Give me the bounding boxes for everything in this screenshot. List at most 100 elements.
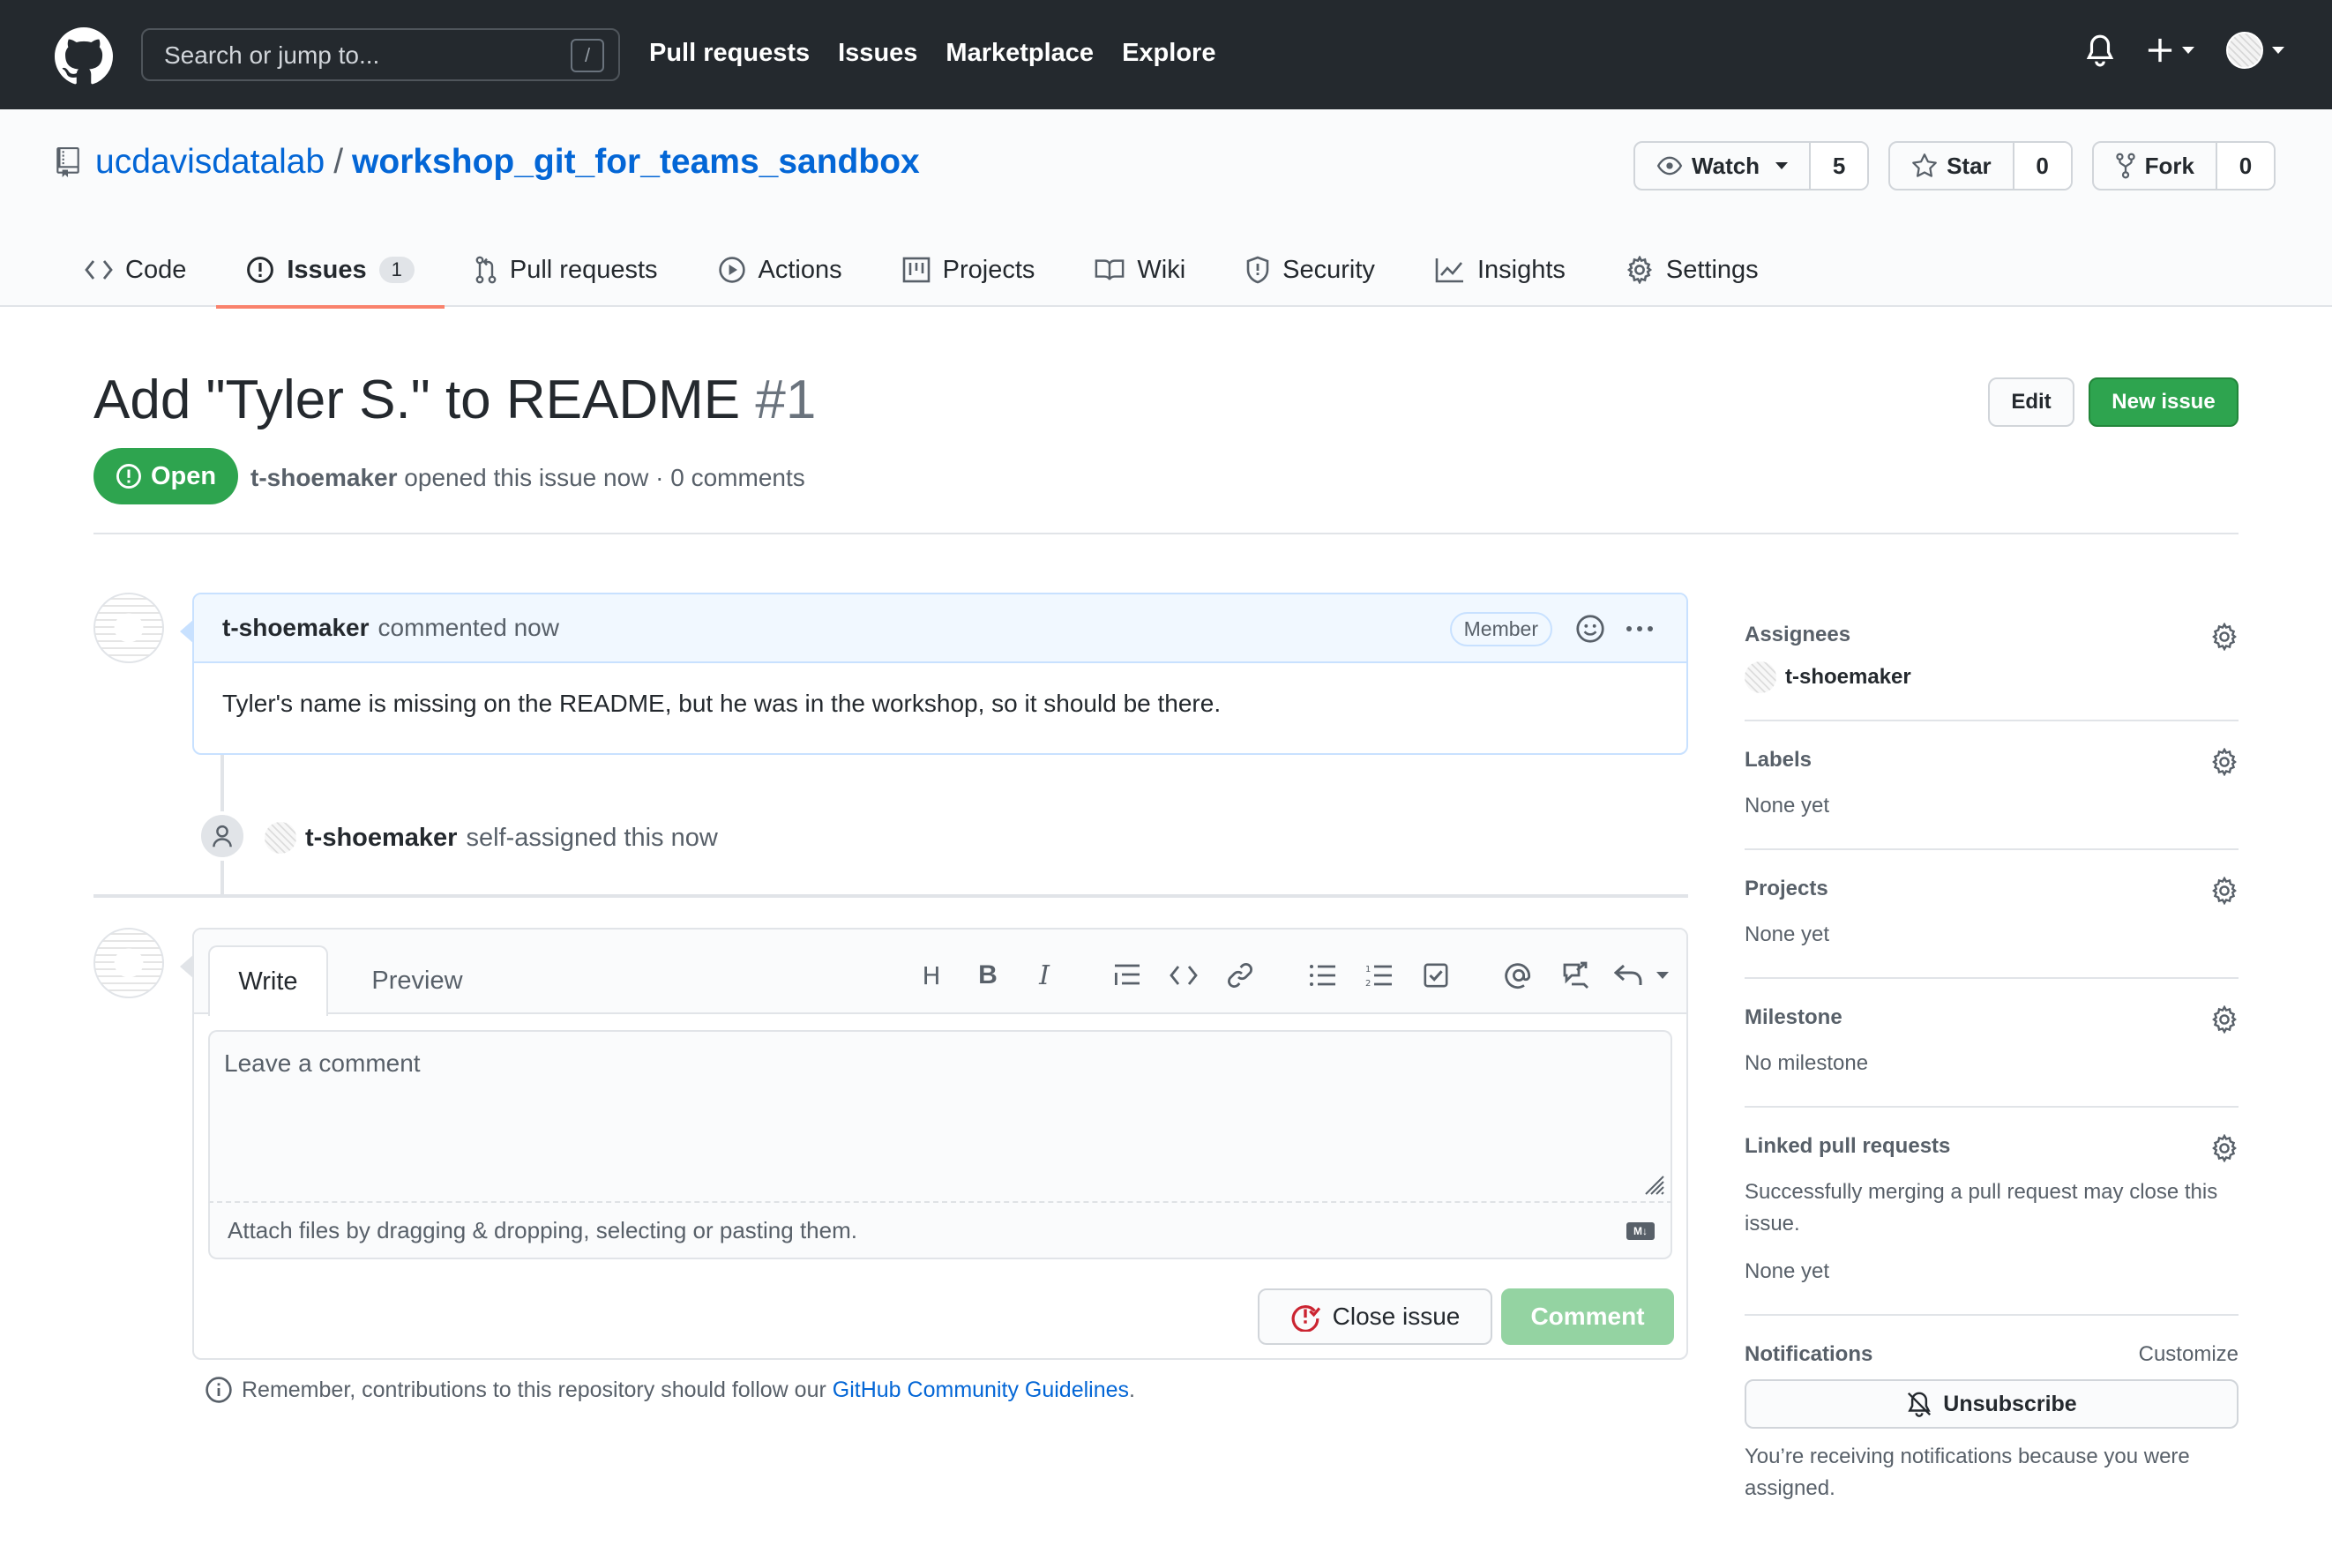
comment-timestamp: commented now (377, 614, 559, 641)
tab-label: Code (125, 255, 187, 284)
gear-icon[interactable] (2210, 877, 2239, 905)
repo-owner-link[interactable]: ucdavisdatalab (95, 143, 325, 182)
write-tab[interactable]: Write (208, 945, 328, 1016)
watch-count[interactable]: 5 (1811, 143, 1868, 189)
repo-icon (56, 147, 79, 177)
user-menu-dropdown[interactable] (2226, 32, 2284, 69)
assignee-item[interactable]: t-shoemaker (1745, 661, 2239, 693)
reply-icon[interactable] (1614, 958, 1669, 993)
heading-icon[interactable]: H (914, 958, 949, 993)
tab-settings[interactable]: Settings (1596, 233, 1789, 307)
sidebar-assignees: Assignees t-shoemaker (1745, 596, 2239, 721)
list-unordered-icon[interactable] (1305, 958, 1341, 993)
resize-handle-icon[interactable] (1642, 1173, 1665, 1196)
create-new-dropdown[interactable] (2147, 37, 2194, 63)
fork-count[interactable]: 0 (2217, 143, 2274, 189)
tab-pull-requests[interactable]: Pull requests (445, 233, 688, 307)
gear-icon[interactable] (2210, 748, 2239, 776)
customize-link[interactable]: Customize (2139, 1342, 2239, 1367)
comment-button[interactable]: Comment (1501, 1288, 1674, 1345)
new-issue-button[interactable]: New issue (2089, 377, 2239, 427)
code-icon (85, 260, 113, 280)
gear-icon[interactable] (2210, 1005, 2239, 1034)
nav-marketplace[interactable]: Marketplace (946, 39, 1094, 68)
avatar[interactable] (93, 928, 164, 998)
repo-actions: Watch 5 Star 0 Fork 0 (1633, 141, 2276, 190)
search-input[interactable]: Search or jump to... / (141, 28, 620, 81)
tasklist-icon[interactable] (1418, 958, 1454, 993)
search-shortcut-key: / (571, 39, 604, 72)
labels-value: None yet (1745, 794, 1830, 818)
tab-label: Security (1282, 255, 1375, 284)
avatar (1745, 661, 1776, 693)
fork-button[interactable]: Fork (2094, 143, 2217, 189)
watch-button[interactable]: Watch (1635, 143, 1812, 189)
star-button[interactable]: Star (1890, 143, 2014, 189)
tab-projects[interactable]: Projects (872, 233, 1065, 307)
cross-reference-icon[interactable] (1558, 958, 1593, 993)
preview-tab[interactable]: Preview (351, 945, 483, 1016)
nav-issues[interactable]: Issues (838, 39, 917, 68)
kebab-horizontal-icon[interactable] (1626, 626, 1653, 631)
graph-icon (1435, 258, 1463, 283)
issue-author-link[interactable]: t-shoemaker (250, 464, 398, 491)
guidelines-link[interactable]: GitHub Community Guidelines (833, 1378, 1129, 1402)
nav-pull-requests[interactable]: Pull requests (649, 39, 810, 68)
quote-icon[interactable] (1110, 958, 1145, 993)
bold-icon[interactable]: B (970, 958, 1005, 993)
gear-icon[interactable] (2210, 623, 2239, 651)
event-actor-link[interactable]: t-shoemaker (305, 824, 457, 853)
edit-button[interactable]: Edit (1988, 377, 2074, 427)
unsubscribe-button[interactable]: Unsubscribe (1745, 1379, 2239, 1429)
global-nav: Pull requests Issues Marketplace Explore (649, 39, 1215, 68)
tab-insights[interactable]: Insights (1405, 233, 1596, 307)
projects-value: None yet (1745, 922, 1830, 946)
issue-opened-icon (116, 464, 141, 489)
link-icon[interactable] (1222, 958, 1258, 993)
chevron-down-icon (2182, 47, 2194, 54)
linked-note: Successfully merging a pull request may … (1745, 1180, 2218, 1236)
plus-icon (2148, 38, 2172, 63)
nav-explore[interactable]: Explore (1122, 39, 1215, 68)
github-logo-icon[interactable] (55, 27, 113, 86)
tab-wiki[interactable]: Wiki (1065, 233, 1215, 307)
chevron-down-icon (1775, 162, 1789, 169)
tab-issues[interactable]: Issues 1 (216, 233, 445, 309)
comment-header: t-shoemaker commented now Member (194, 594, 1686, 663)
info-icon (206, 1377, 232, 1403)
gear-icon[interactable] (2210, 1134, 2239, 1162)
repo-forked-icon (2115, 153, 2135, 179)
list-ordered-icon[interactable]: 12 (1362, 958, 1397, 993)
chevron-down-icon (1656, 972, 1669, 979)
sidebar-title: Labels (1745, 748, 1813, 772)
avatar (2226, 32, 2263, 69)
eye-icon (1656, 156, 1683, 175)
italic-icon[interactable]: I (1027, 958, 1062, 993)
avatar[interactable] (265, 822, 296, 854)
global-header: Search or jump to... / Pull requests Iss… (0, 0, 2332, 109)
code-icon[interactable] (1166, 958, 1201, 993)
markdown-icon[interactable]: M↓ (1626, 1222, 1655, 1240)
assignee-name: t-shoemaker (1785, 665, 1911, 689)
editor-tabs: Write Preview H B I 12 (194, 930, 1686, 1016)
comment-textarea[interactable]: Leave a comment (208, 1030, 1672, 1203)
tab-code[interactable]: Code (85, 233, 216, 307)
chevron-down-icon (2272, 47, 2284, 54)
tab-label: Settings (1665, 255, 1759, 284)
attach-text: Attach files by dragging & dropping, sel… (228, 1217, 857, 1243)
fork-button-group: Fork 0 (2091, 141, 2276, 190)
repo-name-link[interactable]: workshop_git_for_teams_sandbox (352, 143, 920, 182)
file-attachment-area[interactable]: Attach files by dragging & dropping, sel… (208, 1203, 1672, 1259)
smiley-icon[interactable] (1575, 614, 1605, 644)
tab-label: Projects (942, 255, 1035, 284)
close-issue-label: Close issue (1332, 1303, 1461, 1330)
tab-actions[interactable]: Actions (688, 233, 872, 307)
star-count[interactable]: 0 (2014, 143, 2071, 189)
tab-security[interactable]: Security (1215, 233, 1405, 307)
close-issue-button[interactable]: Close issue (1258, 1288, 1492, 1345)
mention-icon[interactable] (1501, 958, 1536, 993)
comment-author-link[interactable]: t-shoemaker (222, 614, 370, 642)
unsubscribe-label: Unsubscribe (1943, 1391, 2077, 1416)
avatar[interactable] (93, 593, 164, 663)
bell-icon[interactable] (2085, 34, 2115, 67)
